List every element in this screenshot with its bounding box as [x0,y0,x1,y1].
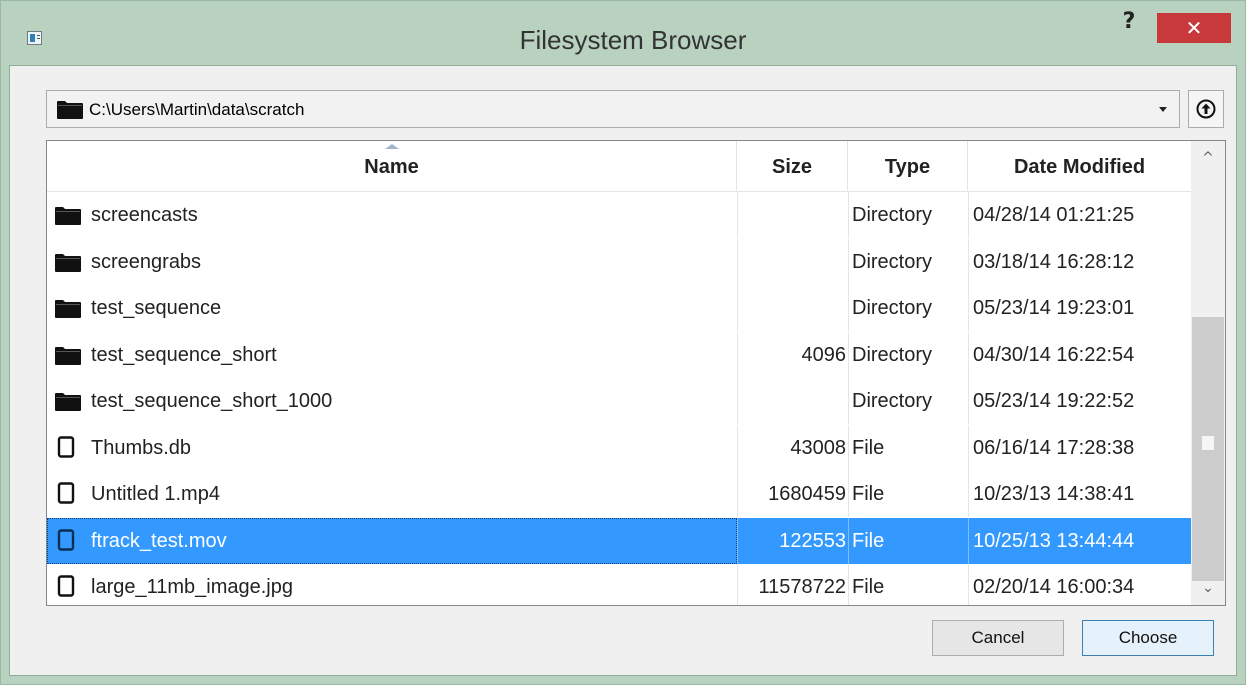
scrollbar-grip [1202,436,1214,450]
cell-size [737,239,848,285]
cell-date-modified: 06/16/14 17:28:38 [973,437,1135,459]
table-row[interactable]: large_11mb_image.jpg 11578722 File 02/20/14… [47,564,1191,605]
cancel-button[interactable]: Cancel [932,620,1064,656]
table-row[interactable]: screencasts Directory 04/28/14 01:21:25 [47,192,1191,238]
cell-name: ftrack_test.mov [91,530,227,552]
file-table: Name Size Type Date Modified screencasts… [46,140,1226,606]
table-row[interactable]: Untitled 1.mp4 1680459 File 10/23/13 14:38:… [47,471,1191,517]
cell-size: 4096 [801,344,847,366]
dialog-body: C:\Users\Martin\data\scratch Name Size T… [9,65,1237,676]
cell-type: Directory [852,251,933,273]
cell-date-modified: 10/25/13 13:44:44 [973,530,1135,552]
cell-size: 11578722 [758,576,847,598]
scroll-up-arrow-icon[interactable]: ^ [1191,141,1225,175]
table-row[interactable]: screengrabs Directory 03/18/14 16:28:12 [47,239,1191,285]
table-row[interactable]: test_sequence_short 4096 Directory 04/30/14… [47,332,1191,378]
cell-size: 122553 [779,530,846,552]
cell-name: large_11mb_image.jpg [91,576,293,598]
cell-date-modified: 10/23/13 14:38:41 [973,483,1135,505]
table-row[interactable]: Thumbs.db 43008 File 06/16/14 17:28:38 [47,425,1191,471]
navigate-up-button[interactable] [1188,90,1224,128]
cell-date-modified: 04/28/14 01:21:25 [973,204,1135,226]
column-header-type[interactable]: Type [848,141,968,191]
column-header-size[interactable]: Size [737,141,848,191]
window-title: Filesystem Browser [519,25,747,55]
cell-type: File [852,576,885,598]
table-row[interactable]: test_sequence_short_1000 Directory 05/23/1… [47,378,1191,424]
choose-button[interactable]: Choose [1082,620,1214,656]
cell-name: Untitled 1.mp4 [91,483,220,505]
help-button[interactable]: ? [1109,7,1149,37]
chevron-down-icon[interactable] [1159,107,1167,112]
title-bar: Filesystem Browser ? ✕ [1,1,1245,65]
close-button[interactable]: ✕ [1157,13,1231,43]
cell-type: Directory [852,344,933,366]
column-header-name[interactable]: Name [47,141,737,191]
table-header: Name Size Type Date Modified [47,141,1191,192]
cell-type: File [852,530,885,552]
cell-size: 1680459 [768,483,846,505]
cell-date-modified: 02/20/14 16:00:34 [973,576,1135,598]
table-row[interactable]: test_sequence Directory 05/23/14 19:23:01 [47,285,1191,331]
cell-type: Directory [852,390,933,412]
cell-type: Directory [852,297,933,319]
cell-size [737,378,848,424]
cell-date-modified: 03/18/14 16:28:12 [973,251,1135,273]
folder-icon [57,101,83,124]
cell-name: screengrabs [91,251,202,273]
cell-type: Directory [852,204,933,226]
vertical-scrollbar[interactable]: ^ ⌄ [1191,141,1225,605]
filesystem-browser-window: Filesystem Browser ? ✕ C:\Users\Martin\d… [0,0,1246,685]
cell-date-modified: 04/30/14 16:22:54 [973,344,1135,366]
current-path: C:\Users\Martin\data\scratch [89,100,305,119]
cell-size [737,285,848,331]
cell-name: test_sequence_short [91,344,277,366]
cell-type: File [852,437,885,459]
cell-size [737,192,848,238]
cell-name: test_sequence_short_1000 [91,390,333,412]
cell-type: File [852,483,885,505]
cell-name: screencasts [91,204,198,226]
table-row[interactable]: ftrack_test.mov 122553 File 10/25/13 13:44:… [47,518,1191,564]
column-header-date-modified[interactable]: Date Modified [968,141,1191,191]
path-combobox[interactable]: C:\Users\Martin\data\scratch [46,90,1180,128]
cell-name: Thumbs.db [91,437,192,459]
cell-name: test_sequence [91,297,222,319]
cell-size: 43008 [790,437,846,459]
arrow-up-circle-icon [1196,99,1216,119]
cell-date-modified: 05/23/14 19:23:01 [973,297,1135,319]
cell-date-modified: 05/23/14 19:22:52 [973,390,1135,412]
scrollbar-thumb[interactable] [1192,317,1224,581]
scroll-down-arrow-icon[interactable]: ⌄ [1191,571,1225,605]
